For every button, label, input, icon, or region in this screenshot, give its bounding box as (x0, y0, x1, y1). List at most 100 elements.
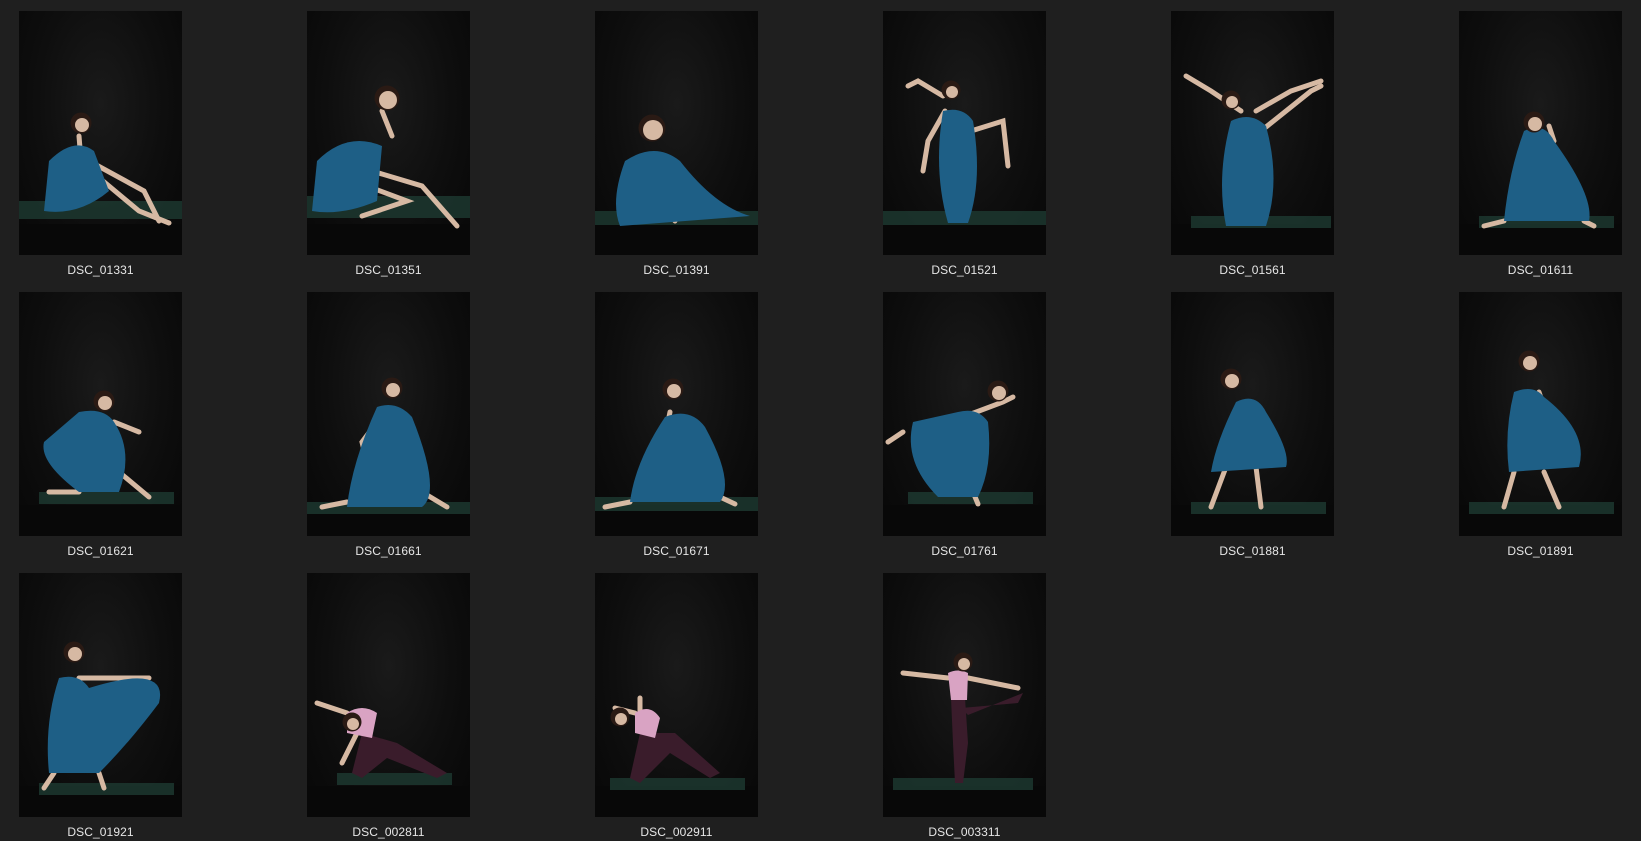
floor (595, 224, 758, 255)
photo-thumbnail[interactable] (19, 292, 182, 536)
thumbnail-filename: DSC_002911 (640, 825, 713, 839)
floor (883, 786, 1046, 817)
blue-dress (1222, 117, 1274, 226)
photo-thumbnail[interactable] (307, 11, 470, 255)
face (98, 396, 112, 410)
floor (595, 786, 758, 817)
limb (885, 429, 906, 445)
leggings (352, 733, 447, 778)
thumbnail-filename: DSC_01881 (1219, 544, 1286, 558)
limb (1253, 464, 1264, 510)
yoga-mat (610, 778, 745, 790)
floor (1171, 224, 1334, 255)
face (386, 383, 400, 397)
subject-figure (314, 700, 447, 778)
photo-image (1459, 350, 1622, 536)
subject-figure (1501, 350, 1581, 510)
photo-thumbnail[interactable] (1171, 11, 1334, 255)
thumbnail-tile[interactable]: DSC_01611 (1459, 11, 1622, 278)
blue-dress (312, 141, 382, 213)
photo-thumbnail[interactable] (19, 573, 182, 817)
thumbnail-tile[interactable]: DSC_002911 (595, 573, 758, 840)
photo-thumbnail[interactable] (883, 11, 1046, 255)
floor (19, 224, 182, 255)
thumbnail-filename: DSC_01761 (931, 544, 998, 558)
photo-image (307, 700, 470, 817)
blue-dress (43, 410, 126, 492)
photo-thumbnail[interactable] (307, 292, 470, 536)
thumbnail-filename: DSC_01891 (1507, 544, 1574, 558)
limb (905, 78, 946, 99)
photo-thumbnail[interactable] (883, 573, 1046, 817)
thumbnail-tile[interactable]: DSC_01921 (19, 573, 182, 840)
thumbnail-tile[interactable]: DSC_01881 (1171, 292, 1334, 559)
blue-dress (910, 410, 990, 497)
photo-thumbnail[interactable] (883, 292, 1046, 536)
photo-image (19, 112, 182, 255)
photo-thumbnail[interactable] (1171, 292, 1334, 536)
thumbnail-filename: DSC_01611 (1507, 263, 1574, 277)
thumbnail-tile[interactable]: DSC_01331 (19, 11, 182, 278)
photo-image (307, 377, 470, 536)
thumbnail-tile[interactable]: DSC_01661 (307, 292, 470, 559)
thumbnail-filename: DSC_01921 (67, 825, 134, 839)
photo-thumbnail[interactable] (1459, 292, 1622, 536)
floor (883, 224, 1046, 255)
face (958, 658, 970, 670)
face (1225, 374, 1239, 388)
floor (883, 505, 1046, 536)
photo-thumbnail[interactable] (595, 573, 758, 817)
limb (965, 675, 1021, 691)
blue-dress (616, 151, 750, 226)
thumbnail-tile[interactable]: DSC_01671 (595, 292, 758, 559)
photo-image (19, 641, 182, 817)
photo-image (1459, 111, 1622, 255)
file-browser-thumbnail-view: DSC_01331 DSC_01351 DSC_01391 DSC_01521 DSC_… (0, 0, 1641, 841)
floor (307, 786, 470, 817)
subject-figure (616, 114, 750, 226)
face (68, 647, 82, 661)
face (667, 384, 681, 398)
limb (1208, 464, 1229, 510)
photo-image (595, 114, 758, 255)
subject-figure (900, 652, 1023, 783)
photo-thumbnail[interactable] (595, 11, 758, 255)
blue-dress (1507, 388, 1581, 472)
photo-thumbnail[interactable] (1459, 11, 1622, 255)
thumbnail-filename: DSC_01621 (67, 544, 134, 558)
leggings (951, 693, 1023, 783)
photo-image (19, 390, 182, 536)
floor (1459, 224, 1622, 255)
face (347, 718, 359, 730)
face (379, 91, 397, 109)
thumbnail-tile[interactable]: DSC_003311 (883, 573, 1046, 840)
thumbnail-filename: DSC_003311 (928, 825, 1001, 839)
thumbnail-grid: DSC_01331 DSC_01351 DSC_01391 DSC_01521 DSC_… (19, 11, 1622, 840)
yoga-mat (1469, 502, 1614, 514)
thumbnail-tile[interactable]: DSC_01891 (1459, 292, 1622, 559)
thumbnail-tile[interactable]: DSC_01621 (19, 292, 182, 559)
photo-image (1171, 368, 1334, 536)
thumbnail-tile[interactable]: DSC_01521 (883, 11, 1046, 278)
face (643, 120, 663, 140)
photo-thumbnail[interactable] (19, 11, 182, 255)
thumbnail-filename: DSC_002811 (352, 825, 425, 839)
photo-thumbnail[interactable] (307, 573, 470, 817)
thumbnail-tile[interactable]: DSC_01561 (1171, 11, 1334, 278)
face (1523, 356, 1537, 370)
photo-thumbnail[interactable] (595, 292, 758, 536)
subject-figure (1481, 111, 1597, 229)
subject-figure (885, 380, 1016, 507)
face (946, 86, 958, 98)
photo-image (883, 380, 1046, 536)
subject-figure (41, 641, 161, 791)
thumbnail-filename: DSC_01521 (931, 263, 998, 277)
photo-image (1171, 73, 1334, 255)
blue-dress (347, 404, 430, 507)
thumbnail-tile[interactable]: DSC_002811 (307, 573, 470, 840)
thumbnail-tile[interactable]: DSC_01761 (883, 292, 1046, 559)
subject-figure (43, 390, 152, 500)
thumbnail-tile[interactable]: DSC_01391 (595, 11, 758, 278)
limb (314, 700, 350, 716)
thumbnail-tile[interactable]: DSC_01351 (307, 11, 470, 278)
